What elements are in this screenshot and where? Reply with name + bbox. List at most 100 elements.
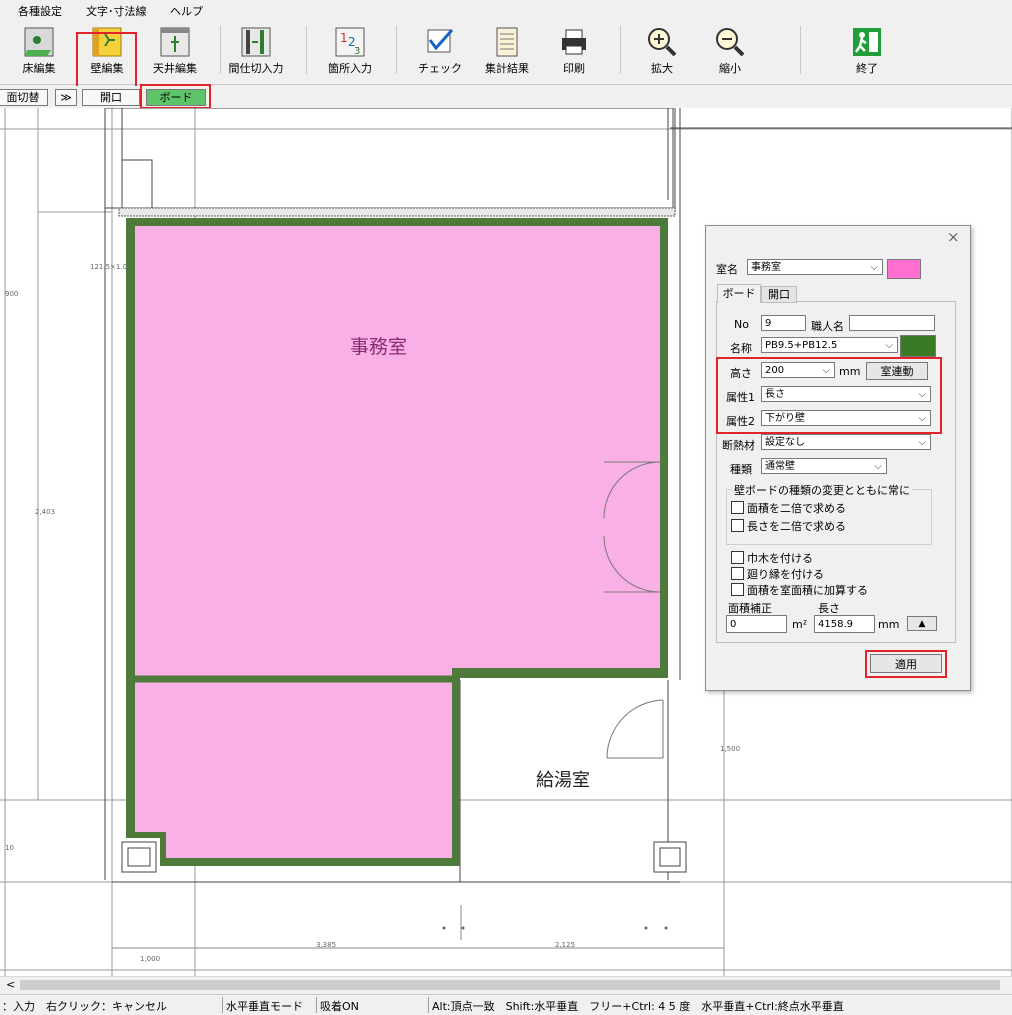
- material-name-select[interactable]: PB9.5+PB12.5 ⌵: [761, 337, 898, 353]
- attribute1-label: 属性1: [726, 391, 755, 404]
- print-button[interactable]: 印刷: [542, 22, 606, 78]
- status-separator: [222, 997, 223, 1013]
- check-button[interactable]: チェック: [408, 22, 472, 78]
- chevron-down-icon: ⌵: [918, 437, 926, 448]
- room-color-swatch[interactable]: [887, 259, 921, 279]
- expand-button[interactable]: ≫: [55, 89, 77, 106]
- attribute1-select[interactable]: 長さ ⌵: [761, 386, 931, 402]
- height-select[interactable]: 200 ⌵: [761, 362, 835, 378]
- partition-input-icon: [241, 27, 271, 57]
- dim-label: 2,125: [555, 941, 576, 949]
- sub-tab-bar: 面切替 ≫ 開口 ボード: [0, 84, 1012, 109]
- screen-switch-button[interactable]: 面切替: [0, 89, 48, 106]
- check-icon: [427, 29, 454, 53]
- room-label-kitchenette: 給湯室: [536, 770, 590, 791]
- add-area-checkbox[interactable]: [731, 583, 744, 596]
- menu-settings[interactable]: 各種設定: [18, 3, 62, 19]
- toolbar-separator: [396, 26, 397, 74]
- scroll-thumb[interactable]: [20, 980, 1000, 990]
- baseboard-label: 巾木を付ける: [747, 552, 813, 565]
- room-name-select[interactable]: 事務室 ⌵: [747, 259, 883, 275]
- length-double-label: 長さを二倍で求める: [747, 520, 846, 533]
- chevron-down-icon: ⌵: [918, 413, 926, 424]
- wall-board-panel: × 室名 事務室 ⌵ ボード 開口 No 9 職人名 名称 PB9.5+PB12.…: [705, 225, 971, 691]
- svg-text:1: 1: [340, 31, 348, 45]
- print-icon: [562, 29, 586, 55]
- location-input-button[interactable]: 123 箇所入力: [318, 22, 382, 78]
- toolbar-separator: [620, 26, 621, 74]
- panel-tab-board[interactable]: ボード: [717, 284, 761, 303]
- wall-type-label: 種類: [730, 463, 752, 476]
- status-separator: [428, 997, 429, 1013]
- toolbar-separator: [800, 26, 801, 74]
- insulation-select[interactable]: 設定なし ⌵: [761, 434, 931, 450]
- area-correction-label: 面積補正: [728, 602, 772, 615]
- chevron-down-icon: ⌵: [822, 365, 830, 376]
- status-snap: 吸着ON: [320, 1000, 359, 1013]
- menu-bar: 各種設定 文字･寸法線 ヘルプ: [0, 0, 1012, 18]
- tab-board[interactable]: ボード: [146, 89, 206, 106]
- floor-edit-button[interactable]: 床編集: [7, 22, 71, 78]
- menu-help[interactable]: ヘルプ: [170, 3, 203, 19]
- tab-opening[interactable]: 開口: [82, 89, 140, 106]
- toolbar-separator: [220, 26, 221, 74]
- zoom-out-button[interactable]: 縮小: [698, 22, 762, 78]
- status-bar: ：入力 右クリック：キャンセル 水平垂直モード 吸着ON Alt:頂点一致 Sh…: [0, 994, 1012, 1015]
- panel-tab-opening[interactable]: 開口: [761, 286, 797, 303]
- baseboard-checkbox[interactable]: [731, 551, 744, 564]
- dim-label: 1,000: [140, 955, 161, 963]
- area-double-checkbox[interactable]: [731, 501, 744, 514]
- group-title: 壁ボードの種類の変更とともに常に: [732, 482, 912, 498]
- partition-input-button[interactable]: 間仕切入力: [224, 22, 288, 78]
- apply-button[interactable]: 適用: [870, 654, 942, 673]
- attribute2-select[interactable]: 下がり壁 ⌵: [761, 410, 931, 426]
- worker-name-field[interactable]: [849, 315, 935, 331]
- molding-checkbox[interactable]: [731, 567, 744, 580]
- office-fill: [135, 226, 660, 858]
- toolbar: 床編集 壁編集 天井編集 間仕切入力 123 箇所入力 チェック 集計結果 印刷…: [0, 18, 1012, 94]
- room-link-button[interactable]: 室連動: [866, 362, 928, 380]
- status-hint: ：入力 右クリック：キャンセル: [2, 1000, 167, 1013]
- svg-text:3: 3: [354, 46, 360, 57]
- toolbar-separator: [306, 26, 307, 74]
- tally-result-button[interactable]: 集計結果: [475, 22, 539, 78]
- chevron-down-icon: ⌵: [874, 461, 882, 472]
- length-unit: mm: [878, 618, 900, 631]
- ceiling-edit-icon: [160, 27, 190, 57]
- chevron-down-icon: ⌵: [885, 340, 893, 351]
- wall-type-select[interactable]: 通常壁 ⌵: [761, 458, 887, 474]
- ceiling-edit-button[interactable]: 天井編集: [143, 22, 207, 78]
- floor-edit-icon: [24, 27, 54, 57]
- status-keys: Alt:頂点一致 Shift:水平垂直 フリー+Ctrl: 4 5 度 水平垂直…: [432, 1000, 844, 1013]
- dimension-ticks: [112, 905, 724, 949]
- length-label: 長さ: [818, 602, 840, 615]
- exit-button[interactable]: 終了: [835, 22, 899, 78]
- wall-edit-icon: [92, 27, 122, 57]
- area-unit: m²: [792, 618, 808, 631]
- chevron-down-icon: ⌵: [918, 389, 926, 400]
- material-color-swatch[interactable]: [900, 335, 936, 357]
- dim-label: 900: [5, 290, 19, 298]
- add-area-label: 面積を室面積に加算する: [747, 584, 868, 597]
- height-unit: mm: [839, 365, 861, 378]
- up-arrow-button[interactable]: ▲: [907, 616, 937, 631]
- no-field[interactable]: 9: [761, 315, 806, 331]
- length-double-checkbox[interactable]: [731, 519, 744, 532]
- scroll-left-arrow[interactable]: <: [6, 978, 15, 991]
- length-field[interactable]: 4158.9: [814, 615, 875, 633]
- attribute2-label: 属性2: [726, 415, 755, 428]
- exit-icon: [853, 28, 881, 56]
- zoom-in-button[interactable]: 拡大: [630, 22, 694, 78]
- location-input-icon: 1 23: [335, 27, 365, 57]
- chevron-down-icon: ⌵: [870, 262, 878, 273]
- dim-label: 3,385: [316, 941, 337, 949]
- zoom-in-icon: [648, 28, 677, 57]
- wall-edit-button[interactable]: 壁編集: [75, 22, 139, 78]
- area-correction-field[interactable]: 0: [726, 615, 787, 633]
- dim-label: 1,500: [720, 745, 741, 753]
- horizontal-scrollbar[interactable]: <: [0, 976, 1012, 994]
- menu-text-dims[interactable]: 文字･寸法線: [86, 3, 147, 19]
- close-icon[interactable]: ×: [947, 228, 960, 246]
- dim-label: 121.5×1.0: [90, 263, 128, 271]
- worker-name-label: 職人名: [811, 320, 844, 333]
